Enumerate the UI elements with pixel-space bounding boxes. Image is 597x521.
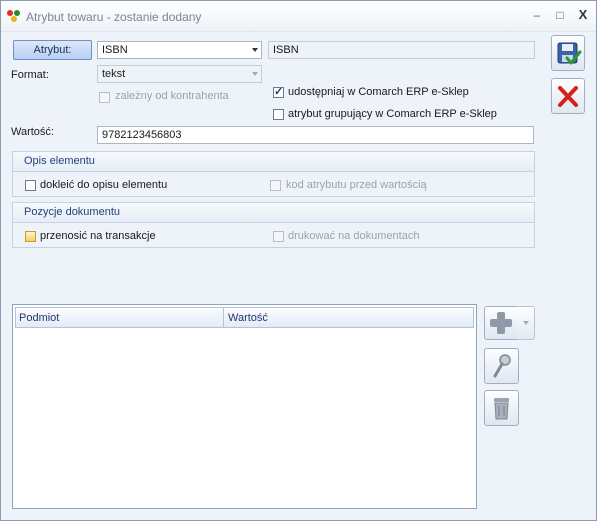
app-icon bbox=[7, 10, 20, 22]
value-input[interactable]: 9782123456803 bbox=[97, 126, 534, 144]
grouping-eshop-label: atrybut grupujący w Comarch ERP e-Sklep bbox=[288, 108, 497, 120]
code-before-value-checkbox bbox=[270, 180, 281, 191]
transfer-transactions-label: przenosić na transakcje bbox=[40, 230, 156, 242]
save-button[interactable] bbox=[551, 35, 585, 71]
dependent-contractor-checkbox bbox=[99, 92, 110, 103]
column-header-value[interactable]: Wartość bbox=[228, 312, 268, 324]
print-documents-checkbox bbox=[273, 231, 284, 242]
magnifier-icon bbox=[493, 354, 511, 378]
group-title: Opis elementu bbox=[24, 155, 95, 167]
save-icon bbox=[557, 42, 582, 65]
add-dropdown-button[interactable] bbox=[517, 306, 535, 340]
attribute-name-value: ISBN bbox=[273, 44, 299, 56]
title-bar: Atrybut towaru - zostanie dodany – □ X bbox=[1, 1, 596, 32]
element-description-group: Opis elementu dokleić do opisu elementu … bbox=[12, 151, 535, 197]
column-header-subject[interactable]: Podmiot bbox=[19, 312, 59, 324]
chevron-down-icon bbox=[523, 321, 529, 325]
minimize-button[interactable]: – bbox=[529, 7, 545, 23]
attribute-select-value: ISBN bbox=[102, 44, 128, 56]
cancel-button[interactable] bbox=[551, 78, 585, 114]
share-eshop-checkbox[interactable]: ✓ bbox=[273, 86, 284, 98]
close-button[interactable]: X bbox=[575, 7, 591, 23]
grid-header: Podmiot Wartość bbox=[15, 307, 474, 328]
window-title: Atrybut towaru - zostanie dodany bbox=[26, 10, 202, 24]
share-eshop-label: udostępniaj w Comarch ERP e-Sklep bbox=[288, 86, 469, 98]
grouping-eshop-checkbox[interactable] bbox=[273, 109, 284, 120]
value-label: Wartość: bbox=[11, 126, 54, 138]
column-divider[interactable] bbox=[223, 308, 224, 327]
append-description-label: dokleić do opisu elementu bbox=[40, 179, 168, 191]
edit-button[interactable] bbox=[484, 348, 519, 384]
attribute-name-field: ISBN bbox=[268, 41, 535, 59]
format-select-value: tekst bbox=[102, 68, 126, 80]
print-documents-label: drukować na dokumentach bbox=[288, 230, 420, 242]
check-icon: ✓ bbox=[274, 86, 284, 98]
trash-icon bbox=[494, 398, 509, 420]
code-before-value-label: kod atrybutu przed wartością bbox=[286, 179, 427, 191]
format-select: tekst bbox=[97, 65, 262, 83]
document-items-group: Pozycje dokumentu przenosić na transakcj… bbox=[12, 202, 535, 248]
value-text: 9782123456803 bbox=[102, 129, 182, 141]
transfer-transactions-checkbox[interactable] bbox=[25, 231, 36, 242]
attribute-window: Atrybut towaru - zostanie dodany – □ X A… bbox=[0, 0, 597, 521]
chevron-down-icon bbox=[252, 72, 258, 76]
attribute-button[interactable]: Atrybut: bbox=[13, 40, 92, 60]
plus-icon bbox=[490, 312, 512, 334]
chevron-down-icon bbox=[252, 48, 258, 52]
add-button[interactable] bbox=[484, 306, 518, 340]
maximize-button[interactable]: □ bbox=[552, 7, 568, 23]
group-title: Pozycje dokumentu bbox=[24, 206, 120, 218]
format-label: Format: bbox=[11, 69, 49, 81]
subjects-grid[interactable]: Podmiot Wartość bbox=[12, 304, 477, 509]
group-header: Pozycje dokumentu bbox=[13, 203, 534, 223]
delete-button[interactable] bbox=[484, 390, 519, 426]
cancel-icon bbox=[558, 86, 578, 107]
dependent-contractor-label: zależny od kontrahenta bbox=[115, 90, 229, 102]
group-header: Opis elementu bbox=[13, 152, 534, 172]
append-description-checkbox[interactable] bbox=[25, 180, 36, 191]
attribute-select[interactable]: ISBN bbox=[97, 41, 262, 59]
